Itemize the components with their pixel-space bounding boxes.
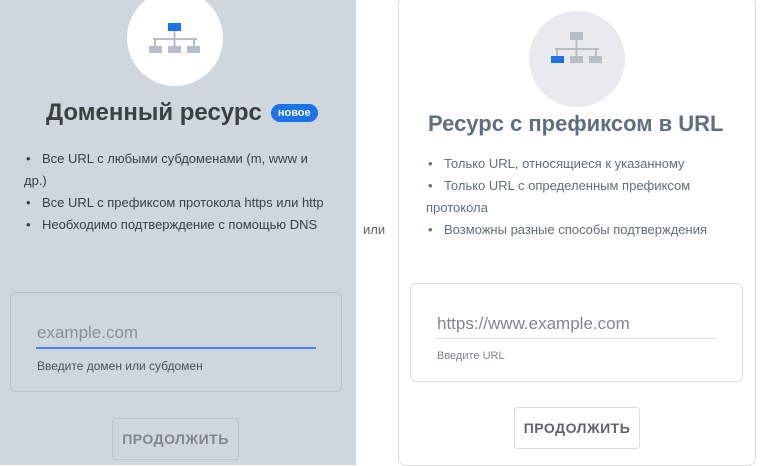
new-badge: новое — [270, 104, 318, 122]
domain-input-underline — [36, 347, 316, 349]
feature-item: • Необходимо подтверждение с помощью DNS — [26, 217, 318, 232]
domain-continue-button[interactable]: ПРОДОЛЖИТЬ — [112, 418, 239, 460]
domain-input[interactable]: example.com — [37, 323, 138, 343]
feature-item: • Все URL с префиксом протокола https или… — [26, 195, 324, 210]
feature-item: • Только URL, относящиеся к указанному — [428, 156, 685, 171]
sitemap-icon — [551, 32, 602, 63]
url-prefix-icon-circle — [529, 11, 625, 107]
sitemap-icon — [149, 23, 200, 53]
domain-resource-title: Доменный ресурс новое — [46, 99, 318, 127]
domain-input-container[interactable]: example.com Введите домен или субдомен — [10, 292, 342, 392]
domain-resource-title-text: Доменный ресурс — [46, 99, 262, 126]
or-separator: или — [363, 222, 386, 237]
domain-input-helper: Введите домен или субдомен — [37, 359, 203, 373]
domain-resource-card[interactable]: Доменный ресурс новое • Все URL с любыми … — [0, 0, 356, 465]
url-input-underline — [436, 338, 716, 339]
feature-item: • Возможны разные способы подтверждения — [428, 222, 707, 237]
domain-icon-circle — [127, 0, 223, 86]
feature-item: • Все URL с любыми субдоменами (m, www и … — [24, 151, 308, 188]
url-prefix-resource-card[interactable]: Ресурс с префиксом в URL • Только URL, от… — [398, 0, 756, 466]
url-prefix-resource-features: • Только URL, относящиеся к указанному • Т… — [426, 153, 731, 241]
url-prefix-resource-title: Ресурс с префиксом в URL — [428, 111, 724, 136]
url-continue-button[interactable]: ПРОДОЛЖИТЬ — [514, 407, 640, 449]
feature-item: • Только URL с определенным префиксом про… — [426, 178, 691, 215]
url-input-container[interactable]: https://www.example.com Введите URL — [410, 283, 743, 382]
url-input-helper: Введите URL — [437, 350, 505, 362]
domain-resource-features: • Все URL с любыми субдоменами (m, www и … — [24, 148, 334, 236]
url-input[interactable]: https://www.example.com — [437, 314, 630, 334]
